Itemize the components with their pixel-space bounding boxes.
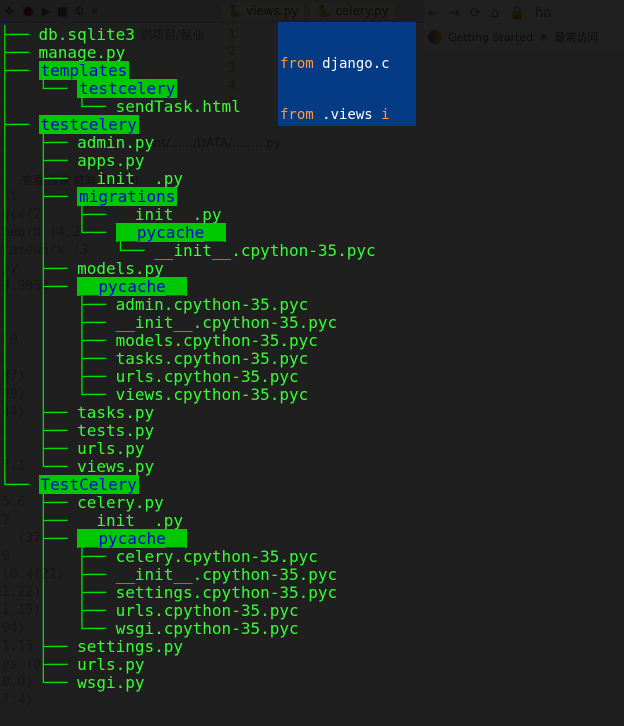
- tree-branch: └──: [0, 673, 77, 692]
- tree-file: tasks.cpython-35.pyc: [116, 349, 309, 368]
- tree-branch: ├──: [0, 637, 77, 656]
- tree-file: db.sqlite3: [39, 25, 135, 44]
- tree-branch: │ ├──: [0, 565, 116, 584]
- tree-branch: │ ├──: [0, 421, 77, 440]
- tree-branch: ├──: [0, 43, 39, 62]
- code-keyword: from: [280, 107, 314, 123]
- tree-branch: │ ├──: [0, 601, 116, 620]
- tree-file: celery.py: [77, 493, 164, 512]
- tree-file: __init__.py: [77, 511, 183, 530]
- tree-branch: │ │ ├──: [0, 205, 116, 224]
- tree-file: __init__.cpython-35.pyc: [154, 241, 376, 260]
- tree-branch: │ ├──: [0, 259, 77, 278]
- tree-branch: │ │ ├──: [0, 295, 116, 314]
- tree-file: tests.py: [77, 421, 154, 440]
- tree-file: urls.py: [77, 655, 144, 674]
- tree-file: apps.py: [77, 151, 144, 170]
- tree-branch: │ └──: [0, 79, 77, 98]
- tree-file: sendTask.html: [116, 97, 241, 116]
- tree-branch: ├──: [0, 115, 39, 134]
- tree-file: urls.py: [77, 439, 144, 458]
- tree-file: admin.py: [77, 133, 154, 152]
- tree-branch: │ └──: [0, 619, 116, 638]
- tree-branch: ├──: [0, 493, 77, 512]
- tree-dir: __pycache__: [77, 277, 187, 296]
- tree-branch: │ │ └──: [0, 385, 116, 404]
- tree-file: urls.cpython-35.pyc: [116, 601, 299, 620]
- tree-dir: TestCelery: [39, 475, 139, 494]
- tree-branch: │ │ └──: [0, 223, 116, 242]
- tree-branch: │ └──: [0, 97, 116, 116]
- tree-dir: testcelery: [77, 79, 177, 98]
- tree-dir: __pycache__: [77, 529, 187, 548]
- tree-file: wsgi.cpython-35.pyc: [116, 619, 299, 638]
- code-keyword: from: [280, 56, 314, 72]
- tree-branch: │ ├──: [0, 187, 77, 206]
- tree-dir: __pycache__: [116, 223, 226, 242]
- tree-file: __init__.py: [116, 205, 222, 224]
- tree-file: models.cpython-35.pyc: [116, 331, 318, 350]
- tree-file: views.cpython-35.pyc: [116, 385, 309, 404]
- tree-branch: │ │ ├──: [0, 313, 116, 332]
- editor-highlight-block: from django.c from .views i urlpatterns …: [278, 22, 416, 126]
- tree-branch: │ ├──: [0, 403, 77, 422]
- tree-file: models.py: [77, 259, 164, 278]
- tree-dir: migrations: [77, 187, 177, 206]
- tree-file: __init__.cpython-35.pyc: [116, 565, 338, 584]
- tree-branch: ├──: [0, 25, 39, 44]
- tree-branch: │ │ ├──: [0, 367, 116, 386]
- tree-branch: ├──: [0, 655, 77, 674]
- tree-branch: └──: [0, 475, 39, 494]
- tree-dir: templates: [39, 61, 130, 80]
- tree-file: views.py: [77, 457, 154, 476]
- tree-branch: │ ├──: [0, 133, 77, 152]
- tree-branch: ├──: [0, 529, 77, 548]
- tree-dir: testcelery: [39, 115, 139, 134]
- tree-branch: ├──: [0, 511, 77, 530]
- tree-file: settings.py: [77, 637, 183, 656]
- tree-branch: │ ├──: [0, 583, 116, 602]
- tree-file: settings.cpython-35.pyc: [116, 583, 338, 602]
- tree-branch: │ │ └──: [0, 241, 154, 260]
- tree-branch: │ │ ├──: [0, 349, 116, 368]
- tree-branch: │ ├──: [0, 547, 116, 566]
- tree-branch: │ ├──: [0, 439, 77, 458]
- tree-file: __init__.cpython-35.pyc: [116, 313, 338, 332]
- tree-file: manage.py: [39, 43, 126, 62]
- tree-file: celery.cpython-35.pyc: [116, 547, 318, 566]
- tree-branch: │ └──: [0, 457, 77, 476]
- tree-file: urls.cpython-35.pyc: [116, 367, 299, 386]
- tree-file: admin.cpython-35.pyc: [116, 295, 309, 314]
- tree-file: __init__.py: [77, 169, 183, 188]
- tree-branch: │ ├──: [0, 169, 77, 188]
- tree-branch: │ ├──: [0, 277, 77, 296]
- tree-branch: ├──: [0, 61, 39, 80]
- tree-file: tasks.py: [77, 403, 154, 422]
- tree-file: wsgi.py: [77, 673, 144, 692]
- tree-branch: │ │ ├──: [0, 331, 116, 350]
- tree-branch: │ ├──: [0, 151, 77, 170]
